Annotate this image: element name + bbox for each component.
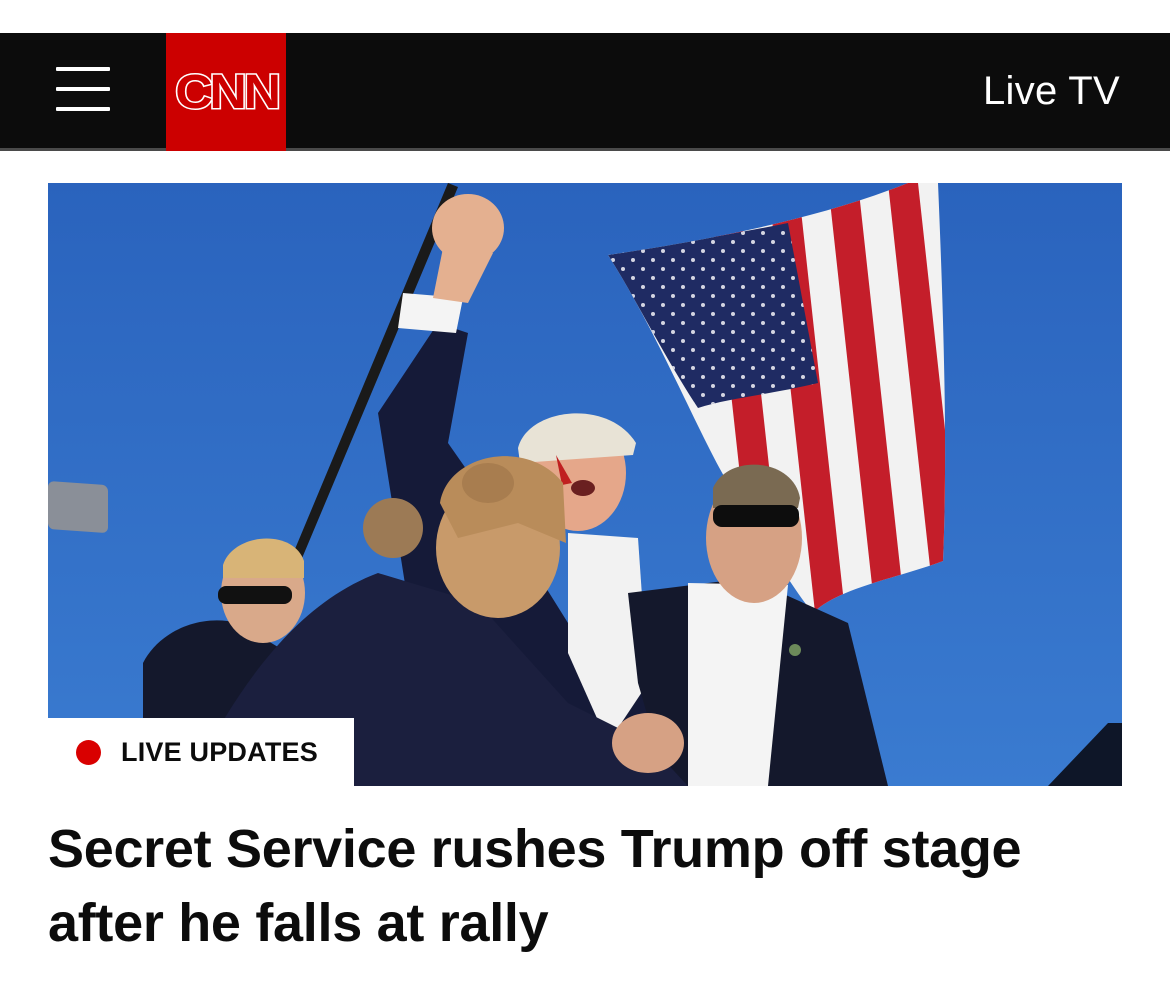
live-updates-badge[interactable]: LIVE UPDATES — [48, 718, 354, 786]
live-updates-label: LIVE UPDATES — [121, 736, 318, 767]
article-headline[interactable]: Secret Service rushes Trump off stage af… — [48, 812, 1048, 960]
hamburger-menu-icon[interactable] — [56, 65, 110, 113]
live-tv-link[interactable]: Live TV — [983, 69, 1120, 114]
top-nav-bar: CNN Live TV — [0, 33, 1170, 151]
live-dot-icon — [76, 739, 101, 765]
hero-photo[interactable] — [48, 183, 1122, 786]
cnn-logo-text: CNN — [173, 64, 282, 120]
cnn-logo[interactable]: CNN — [166, 33, 286, 151]
